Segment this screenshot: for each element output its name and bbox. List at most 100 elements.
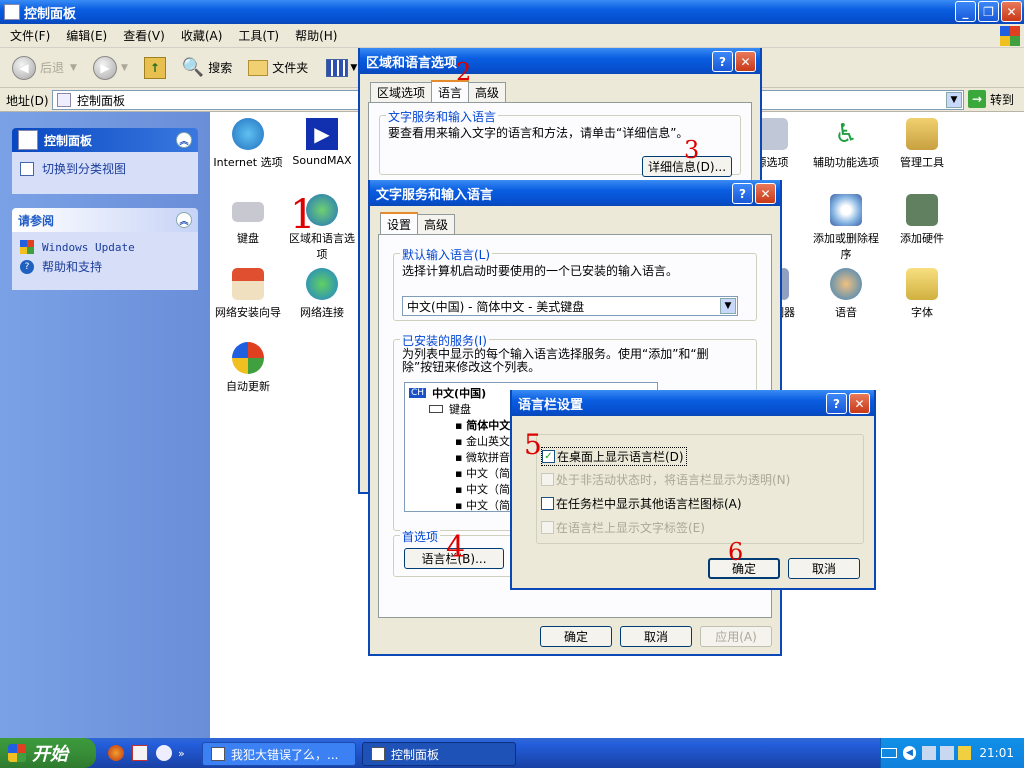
tree-keyboard-node[interactable]: 键盘 bbox=[429, 401, 471, 417]
icon-speech[interactable]: 语音 bbox=[808, 268, 884, 320]
menu-tools[interactable]: 工具(T) bbox=[238, 27, 279, 44]
help-button[interactable]: ? bbox=[712, 51, 733, 72]
option-show-on-desktop[interactable]: ✓ 在桌面上显示语言栏(D) bbox=[541, 447, 687, 466]
icon-accessibility[interactable]: ♿ 辅助功能选项 bbox=[808, 118, 884, 170]
default-language-select[interactable]: 中文(中国) - 简体中文 - 美式键盘 ▼ bbox=[402, 296, 738, 316]
dialog-titlebar: 语言栏设置 ? ✕ bbox=[512, 390, 874, 416]
option-taskbar-icons[interactable]: 在任务栏中显示其他语言栏图标(A) bbox=[541, 495, 742, 512]
task-label: 控制面板 bbox=[391, 747, 440, 762]
tree-item[interactable]: ▪ 简体中文 bbox=[455, 417, 510, 433]
address-dropdown-button[interactable]: ▼ bbox=[946, 92, 962, 108]
checkbox-transparent[interactable] bbox=[541, 473, 554, 486]
tree-item[interactable]: ▪ 金山英文 bbox=[455, 433, 510, 449]
tab-advanced[interactable]: 高级 bbox=[417, 214, 456, 234]
icon-network-connections[interactable]: 网络连接 bbox=[284, 268, 360, 320]
system-tray: ◀ 21:01 bbox=[880, 738, 1024, 768]
checkbox-show-on-desktop[interactable]: ✓ bbox=[542, 450, 555, 463]
icon-automatic-updates[interactable]: 自动更新 bbox=[210, 342, 286, 394]
help-button[interactable]: ? bbox=[732, 183, 753, 204]
start-button[interactable]: 开始 bbox=[0, 738, 96, 768]
tab-settings[interactable]: 设置 bbox=[380, 212, 419, 234]
tree-language-label: 中文(中国) bbox=[432, 387, 487, 400]
icon-internet-options[interactable]: Internet 选项 bbox=[210, 118, 286, 170]
close-button[interactable]: ✕ bbox=[849, 393, 870, 414]
close-button[interactable]: ✕ bbox=[735, 51, 756, 72]
apply-button[interactable]: 应用(A) bbox=[700, 626, 772, 647]
cancel-button[interactable]: 取消 bbox=[620, 626, 692, 647]
up-button[interactable]: ↑ bbox=[140, 52, 170, 84]
tab-advanced[interactable]: 高级 bbox=[468, 82, 507, 102]
windows-update-link[interactable]: Windows Update bbox=[20, 240, 190, 254]
control-panel-icon bbox=[371, 747, 385, 761]
quicklaunch-more-icon[interactable]: » bbox=[178, 747, 185, 760]
icon-label: 管理工具 bbox=[900, 156, 944, 169]
folders-label: 文件夹 bbox=[272, 61, 309, 75]
tree-item[interactable]: ▪ 中文（简 bbox=[455, 481, 510, 497]
checkbox-text-labels[interactable] bbox=[541, 521, 554, 534]
icon-add-remove-programs[interactable]: 添加或删除程序 bbox=[808, 194, 884, 262]
panel-see-also-body: Windows Update ? 帮助和支持 bbox=[12, 232, 198, 290]
network-tray-icon-2[interactable] bbox=[940, 746, 954, 760]
search-button[interactable]: 🔍 搜索 bbox=[178, 52, 236, 84]
checkbox-taskbar-icons[interactable] bbox=[541, 497, 554, 510]
forward-arrow-icon: ▶ bbox=[92, 55, 117, 80]
minimize-button[interactable]: _ bbox=[955, 1, 976, 22]
option-transparent[interactable]: 处于非活动状态时，将语言栏显示为透明(N) bbox=[541, 471, 790, 488]
cd-box-icon bbox=[830, 194, 862, 226]
task-button-control-panel[interactable]: 控制面板 bbox=[362, 742, 516, 766]
go-button[interactable]: → 转到 bbox=[968, 90, 1014, 108]
panel-control-panel-header[interactable]: 控制面板 ︽ bbox=[12, 128, 198, 152]
menu-file[interactable]: 文件(F) bbox=[10, 27, 50, 44]
menu-favorites[interactable]: 收藏(A) bbox=[181, 27, 223, 44]
collapse-icon[interactable]: ︽ bbox=[176, 212, 192, 228]
quicklaunch-desktop-icon[interactable] bbox=[132, 745, 148, 761]
tree-item[interactable]: ▪ 微软拼音 bbox=[455, 449, 510, 465]
menu-edit[interactable]: 编辑(E) bbox=[66, 27, 107, 44]
menu-view[interactable]: 查看(V) bbox=[123, 27, 165, 44]
icon-label: Internet 选项 bbox=[213, 156, 283, 169]
chevron-down-icon[interactable]: ▼ bbox=[720, 298, 736, 314]
panel-see-also-header[interactable]: 请参阅 ︽ bbox=[12, 208, 198, 232]
option-label: 在桌面上显示语言栏(D) bbox=[557, 450, 684, 464]
keyboard-tray-icon[interactable] bbox=[880, 748, 897, 758]
ok-button[interactable]: 确定 bbox=[708, 558, 780, 579]
back-button[interactable]: ◀ 后退 ▼ bbox=[8, 52, 81, 84]
icon-keyboard[interactable]: 键盘 bbox=[210, 194, 286, 246]
option-text-labels[interactable]: 在语言栏上显示文字标签(E) bbox=[541, 519, 705, 536]
network-tray-icon[interactable] bbox=[922, 746, 937, 760]
panel-title: 请参阅 bbox=[18, 213, 55, 228]
quicklaunch-messenger-icon[interactable] bbox=[156, 745, 172, 761]
windows-update-label: Windows Update bbox=[42, 240, 135, 254]
icon-network-wizard[interactable]: 网络安装向导 bbox=[210, 268, 286, 320]
icon-admin-tools[interactable]: 管理工具 bbox=[884, 118, 960, 170]
folders-button[interactable]: 文件夹 bbox=[244, 52, 312, 84]
cancel-button[interactable]: 取消 bbox=[788, 558, 860, 579]
tree-language-node[interactable]: CH 中文(中国) bbox=[409, 385, 486, 401]
language-tray-icon[interactable] bbox=[957, 746, 972, 760]
group-text: 选择计算机启动时要使用的一个已安装的输入语言。 bbox=[402, 264, 679, 278]
tab-regional-options[interactable]: 区域选项 bbox=[370, 82, 433, 102]
network-globe-icon bbox=[306, 268, 338, 300]
icon-fonts[interactable]: 字体 bbox=[884, 268, 960, 320]
switch-category-view-link[interactable]: 切换到分类视图 bbox=[20, 160, 190, 177]
close-button[interactable]: ✕ bbox=[1001, 1, 1022, 22]
tree-item[interactable]: ▪ 中文（简 bbox=[455, 465, 510, 481]
help-support-link[interactable]: ? 帮助和支持 bbox=[20, 258, 190, 275]
option-label: 在任务栏中显示其他语言栏图标(A) bbox=[556, 497, 742, 511]
forward-button[interactable]: ▶ ▼ bbox=[89, 52, 132, 84]
task-button-thread[interactable]: 我犯大错误了么，... bbox=[202, 742, 356, 766]
quicklaunch-browser-icon[interactable] bbox=[108, 745, 124, 761]
ok-button[interactable]: 确定 bbox=[540, 626, 612, 647]
tree-item[interactable]: ▪ 中文（简 bbox=[455, 497, 510, 511]
back-arrow-icon: ◀ bbox=[12, 55, 36, 80]
help-button[interactable]: ? bbox=[826, 393, 847, 414]
icon-soundmax[interactable]: ▶ SoundMAX bbox=[284, 118, 360, 167]
collapse-icon[interactable]: ︽ bbox=[176, 132, 192, 148]
views-button[interactable]: ▼ bbox=[322, 52, 361, 84]
menu-help[interactable]: 帮助(H) bbox=[295, 27, 337, 44]
tray-expand-icon[interactable]: ◀ bbox=[902, 746, 917, 760]
close-button[interactable]: ✕ bbox=[755, 183, 776, 204]
icon-add-hardware[interactable]: 添加硬件 bbox=[884, 194, 960, 246]
maximize-button[interactable]: ❐ bbox=[978, 1, 999, 22]
group-text: 为列表中显示的每个输入语言选择服务。使用“添加”和“删除”按钮来修改这个列表。 bbox=[402, 347, 709, 374]
